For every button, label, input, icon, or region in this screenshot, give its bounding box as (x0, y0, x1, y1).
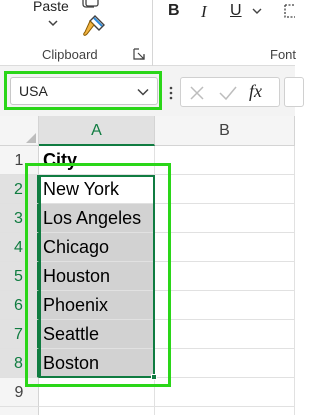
more-options-icon[interactable] (169, 86, 173, 100)
cell-b9[interactable] (155, 378, 295, 407)
chevron-down-icon[interactable] (137, 88, 149, 96)
cell-a4[interactable]: Chicago (39, 233, 155, 262)
bold-button[interactable]: B (168, 2, 180, 20)
cell-a5[interactable]: Houston (39, 262, 155, 291)
select-all-triangle-icon (26, 133, 36, 143)
row-header-2[interactable]: 2 (0, 175, 39, 204)
row-header-4[interactable]: 4 (0, 233, 39, 262)
select-all-button[interactable] (0, 116, 39, 146)
cell-b10[interactable] (155, 407, 295, 415)
formula-input[interactable] (284, 77, 304, 107)
cell-a2[interactable]: New York (39, 175, 155, 204)
clipboard-group-label: Clipboard (42, 47, 98, 62)
underline-button[interactable]: U (230, 2, 242, 20)
cell-a7[interactable]: Seattle (39, 320, 155, 349)
underline-chevron-down-icon[interactable] (252, 8, 262, 15)
format-painter-icon[interactable] (82, 14, 106, 38)
row-header-3[interactable]: 3 (0, 204, 39, 233)
ribbon: Paste Clipboard B I U Font (0, 0, 297, 70)
cell-b7[interactable] (155, 320, 295, 349)
row-header-1[interactable]: 1 (0, 146, 39, 175)
cell-a9[interactable] (39, 378, 155, 407)
ribbon-home-panel: Paste Clipboard B I U Font (0, 0, 297, 66)
cell-a8[interactable]: Boston (39, 349, 155, 378)
formula-row: USA fx (0, 70, 304, 116)
cell-b8[interactable] (155, 349, 295, 378)
row-header-9[interactable]: 9 (0, 378, 39, 407)
cell-a3[interactable]: Los Angeles (39, 204, 155, 233)
cell-a6[interactable]: Phoenix (39, 291, 155, 320)
formula-controls: fx (180, 77, 280, 107)
paste-chevron-down-icon[interactable] (47, 18, 59, 28)
cell-b5[interactable] (155, 262, 295, 291)
name-box[interactable]: USA (10, 77, 158, 105)
cell-b6[interactable] (155, 291, 295, 320)
column-header-b[interactable]: B (155, 116, 295, 146)
cell-b2[interactable] (155, 175, 295, 204)
dialog-launcher-icon[interactable] (133, 48, 145, 60)
column-header-a[interactable]: A (39, 116, 155, 146)
font-group-label: Font (270, 47, 297, 62)
row-header-8[interactable]: 8 (0, 349, 39, 378)
row-header-6[interactable]: 6 (0, 291, 39, 320)
cell-b4[interactable] (155, 233, 295, 262)
paste-button[interactable]: Paste (33, 0, 69, 14)
cell-a1[interactable]: City (39, 146, 155, 175)
cancel-icon[interactable] (189, 85, 205, 101)
insert-function-icon[interactable]: fx (249, 81, 262, 102)
fill-handle[interactable] (151, 374, 157, 380)
worksheet-grid: A B 1 2 3 4 5 6 7 8 9 City New York Los … (0, 116, 295, 415)
copy-icon[interactable] (82, 0, 104, 8)
row-header-10[interactable] (0, 407, 39, 415)
cell-b1[interactable] (155, 146, 295, 175)
name-box-value[interactable]: USA (19, 83, 48, 99)
row-header-5[interactable]: 5 (0, 262, 39, 291)
cell-b3[interactable] (155, 204, 295, 233)
enter-check-icon[interactable] (218, 85, 238, 101)
italic-button[interactable]: I (201, 2, 207, 22)
row-header-7[interactable]: 7 (0, 320, 39, 349)
borders-icon[interactable] (282, 3, 295, 19)
ribbon-group-divider (152, 0, 153, 66)
cell-a10[interactable] (39, 407, 155, 415)
